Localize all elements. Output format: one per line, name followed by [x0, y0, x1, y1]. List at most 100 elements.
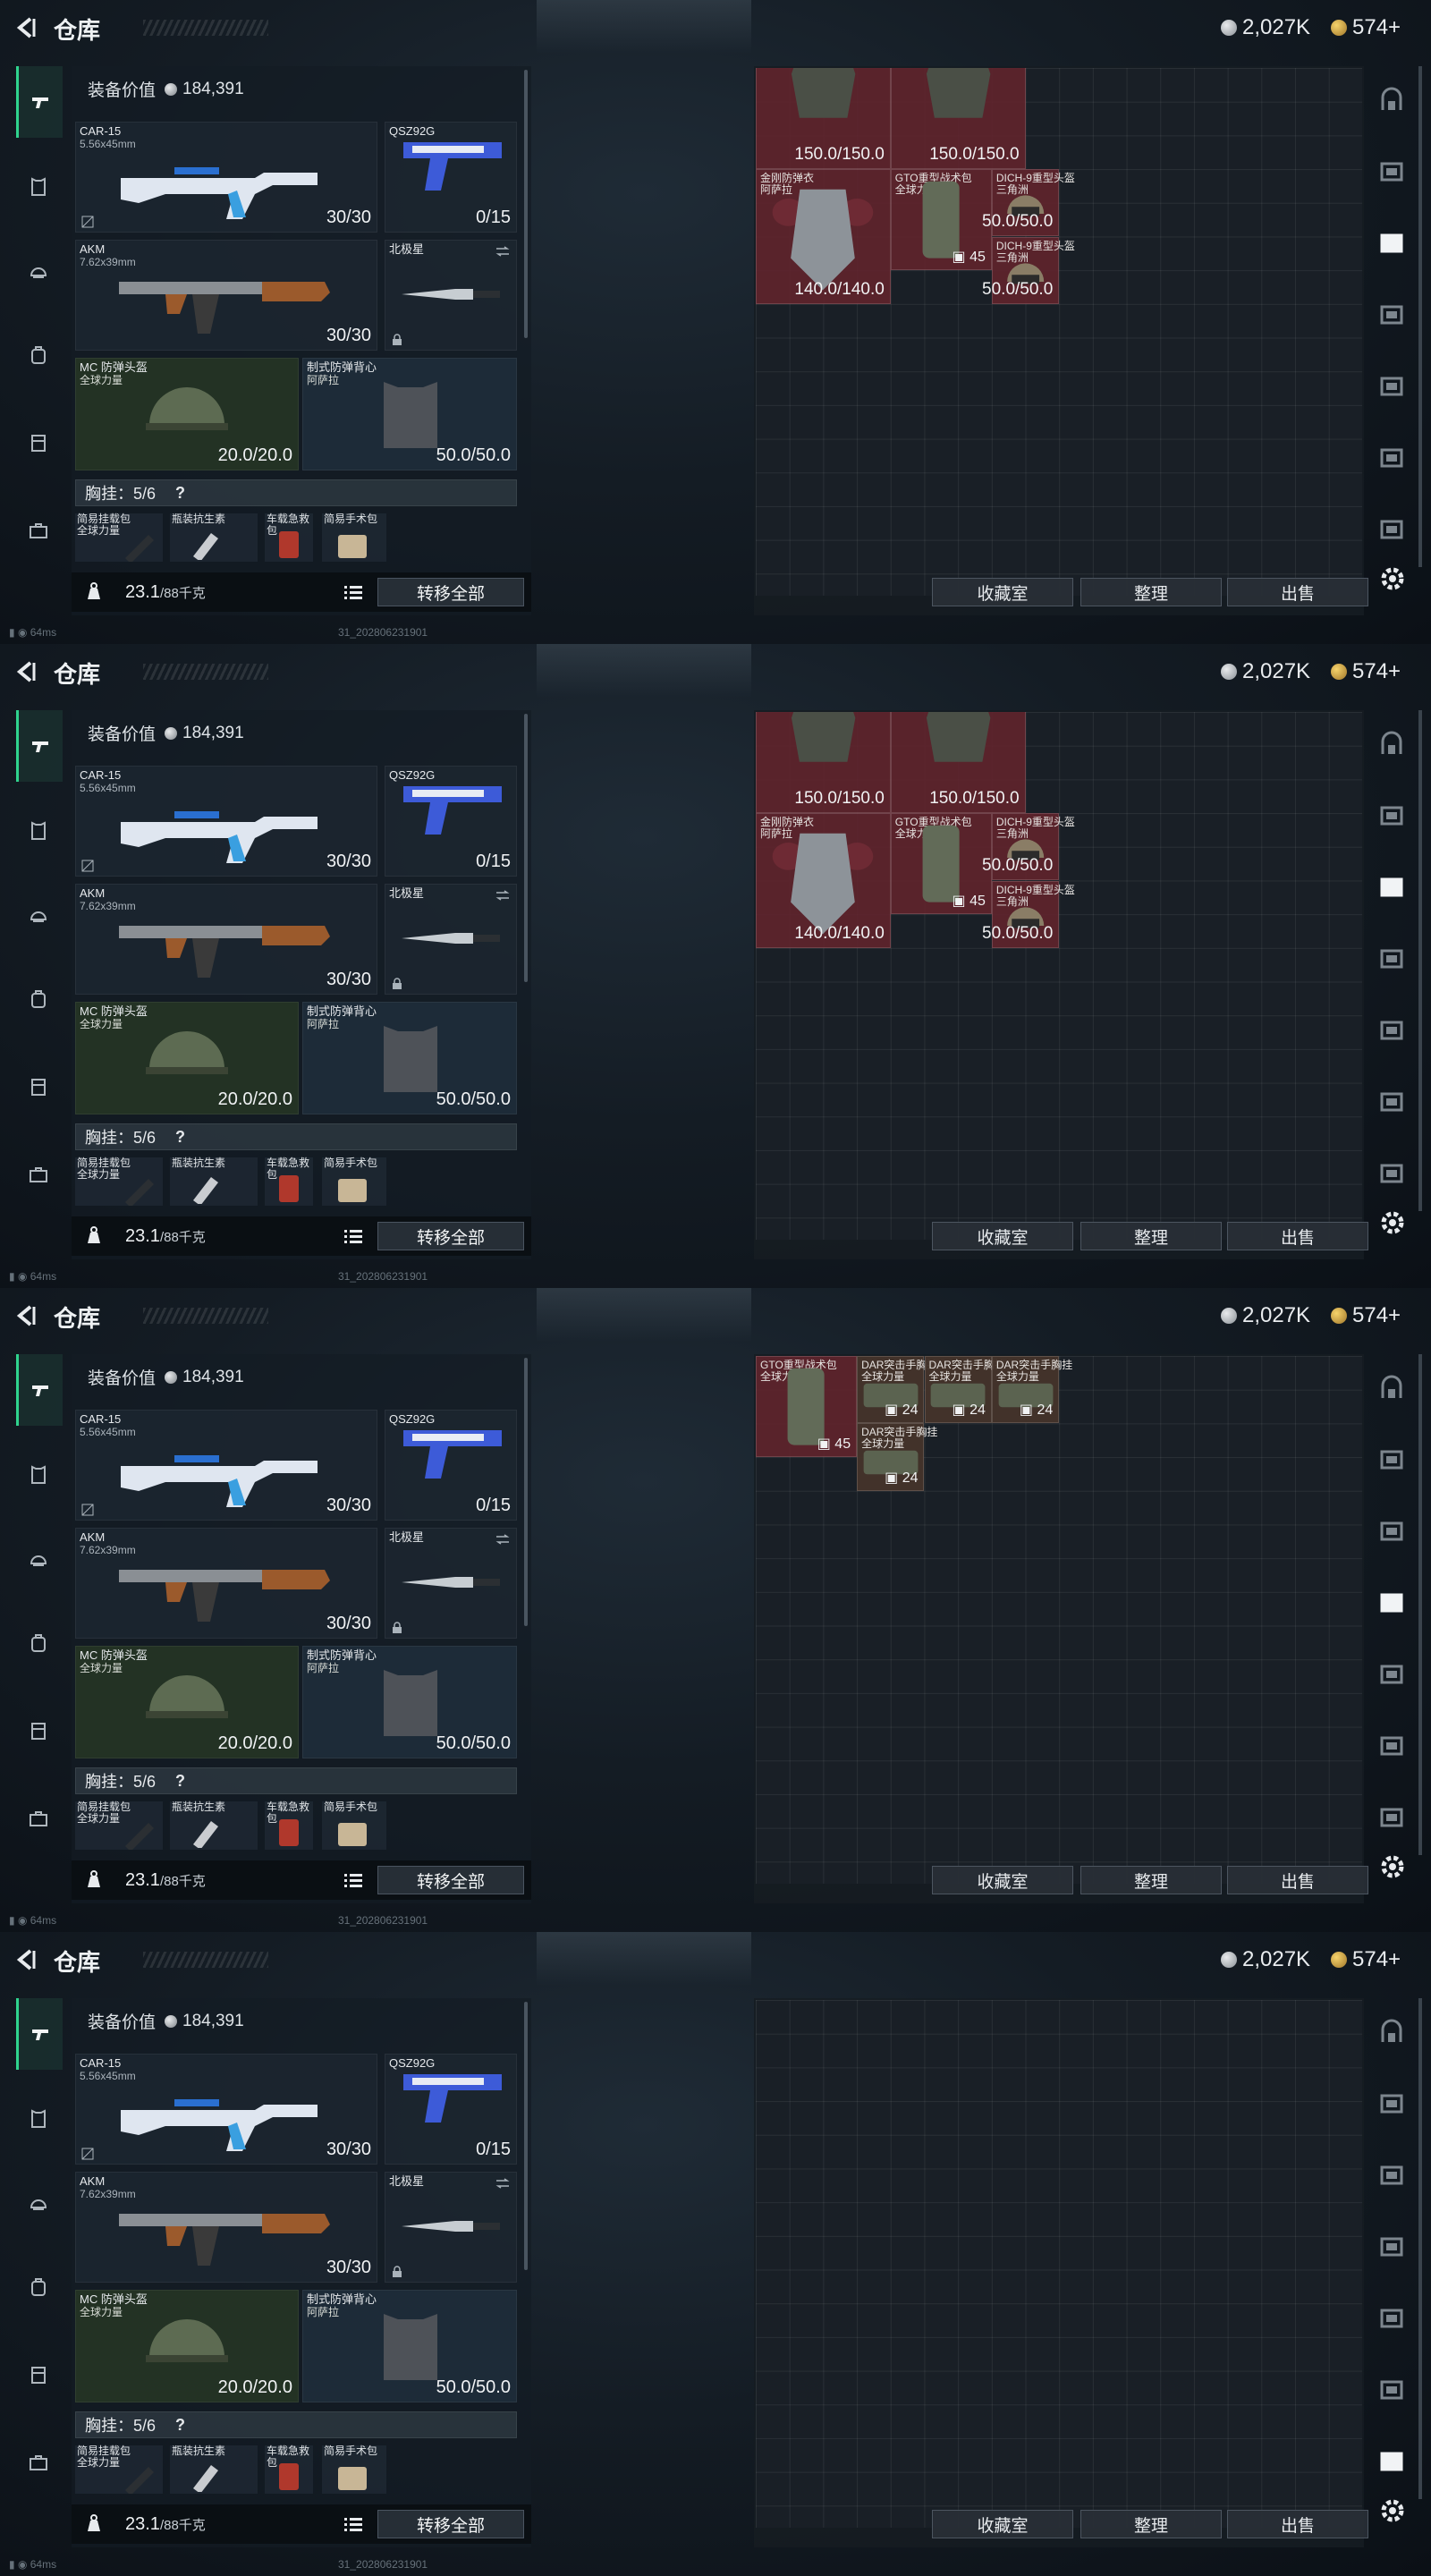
gold-currency[interactable]: 574+ — [1331, 658, 1401, 685]
helmet-slot[interactable]: MC 防弹头盔 全球力量 20.0/20.0 — [75, 1002, 299, 1114]
pistol-slot[interactable]: QSZ92G 0/15 — [385, 122, 517, 233]
gear-icon[interactable] — [1377, 2496, 1408, 2526]
transfer-all-button[interactable]: 转移全部 — [377, 2510, 524, 2538]
silver-currency[interactable]: 2,027K — [1221, 14, 1310, 41]
sort-button[interactable]: 整理 — [1080, 2510, 1222, 2538]
storage-item[interactable]: 150.0/150.0 — [756, 712, 891, 814]
storage-item[interactable]: DICH-9重型头盔 三角洲 50.0/50.0 — [982, 236, 1075, 304]
helmet-slot[interactable]: MC 防弹头盔 全球力量 20.0/20.0 — [75, 2290, 299, 2402]
storage-page-tab[interactable] — [1374, 2301, 1410, 2336]
pistol-slot[interactable]: QSZ92G 0/15 — [385, 2054, 517, 2165]
tab-medical[interactable] — [18, 1154, 59, 1195]
tab-armor[interactable] — [18, 1454, 59, 1496]
loadout-scrollbar[interactable] — [524, 714, 528, 982]
storage-item[interactable]: DAR突击手胸挂 全球力量 ▣ 24 — [857, 1423, 937, 1491]
tab-container[interactable] — [18, 422, 59, 463]
primary-weapon-slot[interactable]: CAR-15 5.56x45mm 30/30 — [75, 122, 377, 233]
armor-slot[interactable]: 制式防弹背心 阿萨拉 50.0/50.0 — [302, 358, 517, 470]
armor-slot[interactable]: 制式防弹背心 阿萨拉 50.0/50.0 — [302, 2290, 517, 2402]
storage-page-tab[interactable] — [1374, 225, 1410, 261]
pistol-slot[interactable]: QSZ92G 0/15 — [385, 766, 517, 877]
tab-medical[interactable] — [18, 1798, 59, 1839]
tab-armor[interactable] — [18, 166, 59, 208]
storage-item[interactable]: DICH-9重型头盔 三角洲 50.0/50.0 — [982, 880, 1075, 948]
tab-container[interactable] — [18, 2354, 59, 2395]
storage-page-tab[interactable] — [1374, 1156, 1410, 1191]
vault-tab-icon[interactable] — [1374, 2014, 1410, 2050]
swap-icon[interactable] — [495, 246, 511, 257]
tab-bag[interactable] — [18, 1623, 59, 1664]
storage-page-tab[interactable] — [1374, 1442, 1410, 1478]
tab-container[interactable] — [18, 1066, 59, 1107]
secondary-weapon-slot[interactable]: AKM 7.62x39mm 30/30 — [75, 1528, 377, 1639]
pouch-slot[interactable]: 简易挂载包 全球力量 — [75, 513, 163, 562]
pouch-slot[interactable]: 车载急救包 — [265, 2445, 313, 2494]
sort-button[interactable]: 整理 — [1080, 578, 1222, 606]
list-icon[interactable] — [342, 581, 365, 603]
gold-currency[interactable]: 574+ — [1331, 1946, 1401, 1973]
list-icon[interactable] — [342, 1869, 365, 1891]
pouch-slot[interactable]: 车载急救包 — [265, 1801, 313, 1850]
pouch-slot[interactable]: 车载急救包 — [265, 1157, 313, 1206]
storage-item[interactable]: 150.0/150.0 — [756, 68, 891, 170]
pouch-slot[interactable]: 瓶装抗生素 — [170, 1801, 258, 1850]
tab-medical[interactable] — [18, 2442, 59, 2483]
storage-item[interactable]: DAR突击手胸挂 全球力量 ▣ 24 — [924, 1356, 1005, 1424]
storage-item[interactable]: DAR突击手胸挂 全球力量 ▣ 24 — [991, 1356, 1072, 1424]
storage-page-tab[interactable] — [1374, 297, 1410, 333]
storage-page-tab[interactable] — [1374, 2086, 1410, 2122]
collection-room-button[interactable]: 收藏室 — [932, 2510, 1073, 2538]
transfer-all-button[interactable]: 转移全部 — [377, 1222, 524, 1250]
back-icon[interactable] — [14, 16, 38, 39]
tab-helmet[interactable] — [18, 1538, 59, 1580]
pouch-slot[interactable]: 瓶装抗生素 — [170, 1157, 258, 1206]
vault-tab-icon[interactable] — [1374, 82, 1410, 118]
storage-page-tab[interactable] — [1374, 440, 1410, 476]
pouch-slot[interactable]: 车载急救包 — [265, 513, 313, 562]
storage-scrollbar[interactable] — [1418, 1998, 1422, 2499]
chest-rig-header[interactable]: 胸挂：5/6? — [75, 1767, 517, 1794]
collection-room-button[interactable]: 收藏室 — [932, 1866, 1073, 1894]
storage-grid[interactable] — [756, 2000, 1362, 2528]
sort-button[interactable]: 整理 — [1080, 1222, 1222, 1250]
secondary-weapon-slot[interactable]: AKM 7.62x39mm 30/30 — [75, 2172, 377, 2283]
sell-button[interactable]: 出售 — [1227, 1866, 1368, 1894]
transfer-all-button[interactable]: 转移全部 — [377, 578, 524, 606]
tab-bag[interactable] — [18, 979, 59, 1020]
storage-page-tab[interactable] — [1374, 512, 1410, 547]
tab-bag[interactable] — [18, 335, 59, 376]
armor-slot[interactable]: 制式防弹背心 阿萨拉 50.0/50.0 — [302, 1002, 517, 1114]
storage-page-tab[interactable] — [1374, 2229, 1410, 2265]
pouch-slot[interactable]: 简易挂载包 全球力量 — [75, 1157, 163, 1206]
tab-helmet[interactable] — [18, 894, 59, 936]
gear-icon[interactable] — [1377, 1208, 1408, 1238]
storage-item[interactable]: GTO重型战术包 全球力量 ▣ 45 — [890, 169, 992, 271]
swap-icon[interactable] — [495, 1534, 511, 1545]
chest-rig-header[interactable]: 胸挂：5/6? — [75, 479, 517, 506]
help-icon[interactable]: ? — [175, 2416, 185, 2435]
sort-button[interactable]: 整理 — [1080, 1866, 1222, 1894]
pouch-slot[interactable]: 瓶装抗生素 — [170, 2445, 258, 2494]
tab-bag[interactable] — [18, 2267, 59, 2308]
help-icon[interactable]: ? — [175, 484, 185, 503]
tab-weapons[interactable] — [16, 1998, 63, 2070]
back-icon[interactable] — [14, 1304, 38, 1327]
silver-currency[interactable]: 2,027K — [1221, 658, 1310, 685]
primary-weapon-slot[interactable]: CAR-15 5.56x45mm 30/30 — [75, 766, 377, 877]
pouch-slot[interactable]: 简易手术包 — [322, 1801, 386, 1850]
pouch-slot[interactable]: 简易挂载包 全球力量 — [75, 2445, 163, 2494]
back-icon[interactable] — [14, 660, 38, 683]
tab-container[interactable] — [18, 1710, 59, 1751]
tab-weapons[interactable] — [16, 710, 63, 782]
storage-page-tab[interactable] — [1374, 941, 1410, 977]
collection-room-button[interactable]: 收藏室 — [932, 1222, 1073, 1250]
storage-page-tab[interactable] — [1374, 369, 1410, 404]
tab-helmet[interactable] — [18, 250, 59, 292]
pouch-slot[interactable]: 简易手术包 — [322, 1157, 386, 1206]
list-icon[interactable] — [342, 1225, 365, 1247]
storage-grid[interactable]: 150.0/150.0 150.0/150.0 金刚防弹衣 阿萨拉 140.0/140… — [756, 712, 1362, 1240]
storage-page-tab[interactable] — [1374, 798, 1410, 834]
melee-slot[interactable]: 北极星 — [385, 1528, 517, 1639]
storage-item[interactable]: 金刚防弹衣 阿萨拉 140.0/140.0 — [756, 169, 891, 304]
storage-item[interactable]: 150.0/150.0 — [890, 68, 1026, 170]
